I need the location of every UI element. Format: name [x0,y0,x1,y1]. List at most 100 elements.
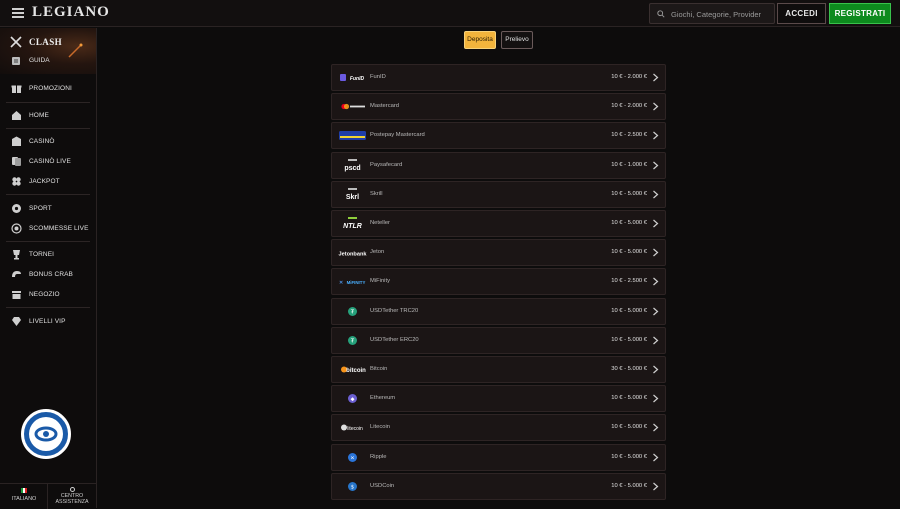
chevron-right-icon [653,336,659,345]
crossed-swords-icon [10,36,22,48]
chevron-right-icon [653,453,659,462]
sidebar-item-tornei[interactable]: TORNEI [0,246,96,264]
method-name: Litecoin [370,424,390,431]
method-limits: 10 € - 5.000 € [611,424,647,431]
method-name: FunID [370,74,386,80]
sidebar-item-livelli-vip[interactable]: LIVELLI VIP [0,313,96,331]
chevron-right-icon [653,307,659,316]
jetonbank-logo-icon: Jetonbank [336,243,369,262]
payment-method-row[interactable]: Mastercard 10 € - 2.000 € [331,93,666,121]
pscd-logo-icon: pscd [336,156,369,175]
svg-text:NTLR: NTLR [343,223,362,230]
clash-label: CLASH [29,37,63,47]
payment-method-row[interactable]: litecoin Litecoin 10 € - 5.000 € [331,414,666,442]
ntlr-logo-icon: NTLR [336,214,369,233]
method-limits: 30 € - 5.000 € [611,366,647,372]
method-name: USDTether ERC20 [370,336,419,343]
method-name: Postepay Mastercard [370,132,425,139]
support-chat-button[interactable] [21,409,71,459]
guide-label: GUIDA [29,57,50,64]
litecoin-logo-icon: litecoin [336,418,369,437]
register-button[interactable]: REGISTRATI [829,3,891,24]
guide-link[interactable]: GUIDA [9,55,95,67]
chevron-right-icon [653,131,659,140]
svg-text:litecoin: litecoin [347,426,363,432]
payment-method-row[interactable]: $ USDCoin 10 € - 5.000 € [331,472,666,500]
chevron-right-icon [653,161,659,170]
method-name: Bitcoin [370,366,388,372]
svg-text:✕: ✕ [339,280,343,286]
bitcoin-logo-icon: bitcoin [336,360,369,379]
sidebar-item-label: LIVELLI VIP [29,318,66,325]
method-name: MiFinity [370,278,390,285]
payment-method-row[interactable]: Skrl Skrill 10 € - 5.000 € [331,180,666,208]
method-limits: 10 € - 2.500 € [611,132,647,139]
chevron-right-icon [653,277,659,286]
help-center-link[interactable]: CENTRO ASSISTENZA [48,484,96,509]
chevron-right-icon [653,482,659,491]
chevron-right-icon [653,102,659,111]
sidebar-item-promozioni[interactable]: PROMOZIONI [0,80,96,98]
method-name: USDCoin [370,482,395,489]
payment-method-row[interactable]: NTLR Neteller 10 € - 5.000 € [331,210,666,237]
method-limits: 10 € - 2.500 € [611,278,647,285]
method-limits: 10 € - 5.000 € [611,249,647,256]
ethereum-logo-icon: ◆ [336,389,369,408]
sidebar-item-casino-live[interactable]: CASINÒ LIVE [0,153,96,171]
sidebar-item-negozio[interactable]: NEGOZIO [0,286,96,304]
gift-icon [11,85,22,93]
sidebar-item-label: NEGOZIO [29,291,60,298]
payment-method-row[interactable]: ₮ USDTether ERC20 10 € - 5.000 € [331,326,666,354]
sidebar-item-label: CASINÒ [29,138,55,145]
trophy-icon [13,250,20,260]
payment-method-row[interactable]: ₮ USDTether TRC20 10 € - 5.000 € [331,297,666,325]
svg-text:✕: ✕ [350,455,354,461]
tab-prelievo[interactable]: Prelievo [501,31,533,49]
sidebar-footer: ITALIANO CENTRO ASSISTENZA [0,483,96,509]
payment-method-row[interactable]: Postepay Mastercard 10 € - 2.500 € [331,122,666,150]
svg-text:FunID: FunID [350,76,365,82]
payment-method-row[interactable]: ◆ Ethereum 10 € - 5.000 € [331,385,666,413]
menu-icon[interactable] [12,8,24,18]
help-icon [70,487,75,492]
sidebar-item-label: JACKPOT [29,178,60,185]
search-placeholder: Giochi, Categorie, Provider [671,10,762,19]
language-label: ITALIANO [11,496,37,502]
sidebar-item-label: SCOMMESSE LIVE [29,225,89,232]
clash-banner[interactable]: CLASH GUIDA [0,28,96,74]
brand-logo[interactable]: LEGIANO [32,4,110,21]
sidebar-item-scommesse-live[interactable]: SCOMMESSE LIVE [0,220,96,238]
method-name: Ripple [370,453,387,460]
sidebar-item-bonus-crab[interactable]: BONUS CRAB [0,266,96,284]
chevron-right-icon [653,394,659,403]
svg-text:$: $ [351,484,354,490]
diamond-icon [12,317,21,326]
search-input[interactable]: Giochi, Categorie, Provider [649,3,775,24]
mastercard-logo-icon [336,97,369,116]
sidebar-item-home[interactable]: HOME [0,107,96,125]
svg-text:MiFINITY: MiFINITY [347,280,366,285]
tab-deposita[interactable]: Deposita [464,31,496,49]
postepay-logo-icon [336,126,369,145]
method-limits: 10 € - 5.000 € [611,482,647,489]
sidebar-item-jackpot[interactable]: JACKPOT [0,173,96,191]
divider [6,241,90,242]
login-button[interactable]: ACCEDI [777,3,826,24]
sidebar-item-sport[interactable]: SPORT [0,200,96,218]
ball-icon [12,204,21,213]
divider [6,128,90,129]
sidebar-item-label: HOME [29,112,49,119]
payment-method-row[interactable]: ✕ Ripple 10 € - 5.000 € [331,443,666,471]
payment-method-row[interactable]: pscd Paysafecard 10 € - 1.000 € [331,151,666,179]
sidebar-item-casino[interactable]: CASINÒ [0,133,96,151]
language-selector[interactable]: ITALIANO [0,484,48,509]
chevron-right-icon [653,219,659,228]
payment-method-row[interactable]: ✕ MiFINITY MiFinity 10 € - 2.500 € [331,268,666,296]
clover-icon [12,177,21,186]
method-limits: 10 € - 5.000 € [611,220,647,226]
method-limits: 10 € - 5.000 € [611,190,647,197]
payment-method-row[interactable]: bitcoin Bitcoin 30 € - 5.000 € [331,356,666,383]
chevron-right-icon [653,190,659,199]
payment-method-row[interactable]: FunID FunID 10 € - 2.000 € [331,64,666,91]
payment-method-row[interactable]: Jetonbank Jeton 10 € - 5.000 € [331,239,666,267]
